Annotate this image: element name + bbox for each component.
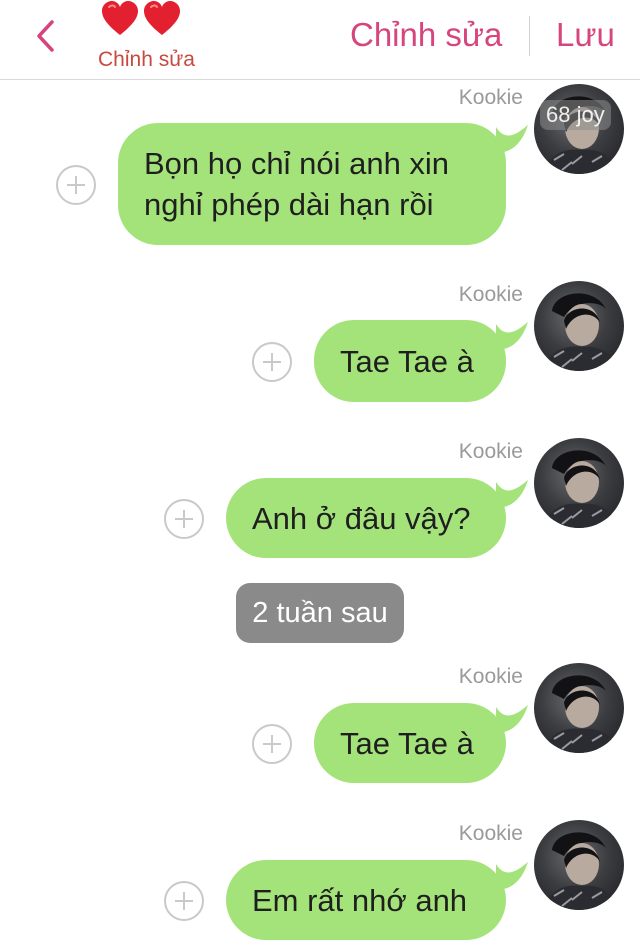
heart-icon (102, 1, 138, 35)
message-text: Tae Tae à (340, 725, 474, 761)
message-text: Em rất nhớ anh (252, 882, 468, 918)
message-text: Bọn họ chỉ nói anh xin nghỉ phép dài hạn… (144, 146, 450, 222)
message-bubble[interactable]: Em rất nhớ anh (226, 860, 506, 940)
watermark: 68 joy (540, 100, 611, 130)
sender-name: Kookie (458, 283, 523, 306)
sender-name: Kookie (458, 665, 523, 688)
add-button[interactable] (164, 499, 204, 539)
message-bubble[interactable]: Tae Tae à (314, 703, 506, 783)
profile-photo (544, 450, 618, 528)
save-button[interactable]: Lưu (556, 16, 615, 54)
bubble-tail (496, 480, 528, 508)
avatar[interactable] (534, 663, 624, 753)
bubble-tail (496, 705, 528, 733)
message-text: Tae Tae à (340, 343, 474, 379)
time-separator: 2 tuần sau (236, 583, 404, 643)
avatar[interactable] (534, 820, 624, 910)
heart-icon (144, 1, 180, 35)
header-subtitle: Chỉnh sửa (98, 48, 195, 71)
nav-header: Chỉnh sửa Chỉnh sửa Lưu (0, 0, 640, 80)
sender-name: Kookie (458, 822, 523, 845)
edit-button[interactable]: Chỉnh sửa (350, 16, 502, 54)
sender-name: Kookie (458, 86, 523, 109)
bubble-tail (496, 125, 528, 153)
avatar[interactable] (534, 281, 624, 371)
bubble-tail (496, 322, 528, 350)
add-button[interactable] (252, 342, 292, 382)
message-text: Anh ở đâu vậy? (252, 500, 471, 536)
sender-name: Kookie (458, 440, 523, 463)
avatar[interactable] (534, 438, 624, 528)
profile-photo (544, 675, 618, 753)
bubble-tail (496, 862, 528, 890)
message-bubble[interactable]: Anh ở đâu vậy? (226, 478, 506, 558)
message-bubble[interactable]: Tae Tae à (314, 320, 506, 402)
add-button[interactable] (164, 881, 204, 921)
header-divider (529, 16, 530, 56)
back-button[interactable] (30, 14, 60, 58)
add-button[interactable] (252, 724, 292, 764)
hearts (100, 0, 182, 38)
message-bubble[interactable]: Bọn họ chỉ nói anh xin nghỉ phép dài hạn… (118, 123, 506, 245)
chevron-left-icon (37, 20, 54, 52)
profile-photo (544, 832, 618, 910)
add-button[interactable] (56, 165, 96, 205)
profile-photo (544, 293, 618, 371)
